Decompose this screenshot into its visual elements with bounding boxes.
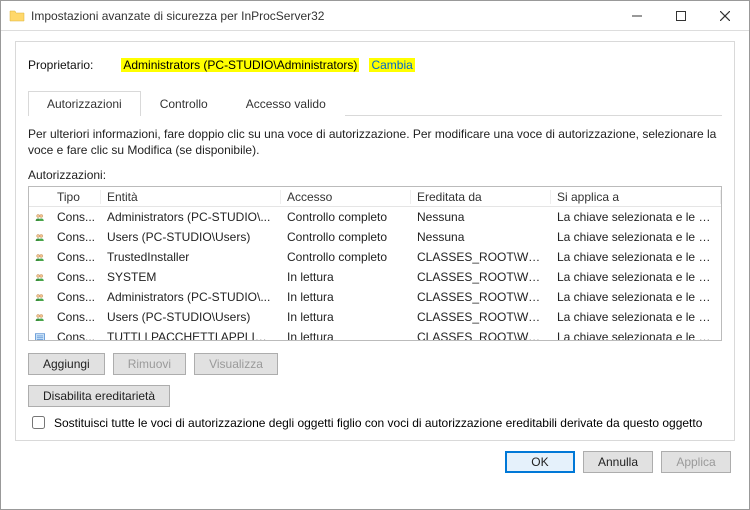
col-entity[interactable]: Entità: [101, 190, 281, 204]
cell-type: Cons...: [51, 210, 101, 224]
cell-applies: La chiave selezionata e le sotto...: [551, 310, 721, 324]
col-type[interactable]: Tipo: [51, 190, 101, 204]
cell-inherited: CLASSES_ROOT\Wow6...: [411, 270, 551, 284]
cell-inherited: Nessuna: [411, 210, 551, 224]
replace-child-entries-label: Sostituisci tutte le voci di autorizzazi…: [54, 416, 702, 430]
cell-type: Cons...: [51, 270, 101, 284]
user-group-icon: [35, 231, 45, 244]
remove-button: Rimuovi: [113, 353, 186, 375]
cell-applies: La chiave selezionata e le sotto...: [551, 210, 721, 224]
disable-inheritance-button[interactable]: Disabilita ereditarietà: [28, 385, 170, 407]
list-row[interactable]: Cons...Users (PC-STUDIO\Users)Controllo …: [29, 227, 721, 247]
list-header: Tipo Entità Accesso Ereditata da Si appl…: [29, 187, 721, 207]
cell-type: Cons...: [51, 330, 101, 341]
tab-effective-access[interactable]: Accesso valido: [227, 91, 345, 116]
col-access[interactable]: Accesso: [281, 190, 411, 204]
cell-access: Controllo completo: [281, 250, 411, 264]
cancel-button[interactable]: Annulla: [583, 451, 653, 473]
cell-access: In lettura: [281, 310, 411, 324]
owner-value: Administrators (PC-STUDIO\Administrators…: [121, 58, 359, 72]
cell-entity: TUTTI I PACCHETTI APPLICA...: [101, 330, 281, 341]
cell-access: In lettura: [281, 270, 411, 284]
owner-label: Proprietario:: [28, 58, 93, 72]
titlebar[interactable]: Impostazioni avanzate di sicurezza per I…: [1, 1, 749, 31]
col-inherited[interactable]: Ereditata da: [411, 190, 551, 204]
cell-applies: La chiave selezionata e le sotto...: [551, 250, 721, 264]
cell-type: Cons...: [51, 310, 101, 324]
user-group-icon: [35, 291, 45, 304]
permissions-list[interactable]: Tipo Entità Accesso Ereditata da Si appl…: [28, 186, 722, 341]
list-row[interactable]: Cons...Administrators (PC-STUDIO\...Cont…: [29, 207, 721, 227]
cell-entity: Users (PC-STUDIO\Users): [101, 310, 281, 324]
view-button: Visualizza: [194, 353, 278, 375]
cell-inherited: Nessuna: [411, 230, 551, 244]
owner-row: Proprietario: Administrators (PC-STUDIO\…: [28, 58, 722, 72]
user-group-icon: [35, 211, 45, 224]
cell-applies: La chiave selezionata e le sotto...: [551, 290, 721, 304]
list-row[interactable]: Cons...TrustedInstallerControllo complet…: [29, 247, 721, 267]
cell-entity: TrustedInstaller: [101, 250, 281, 264]
cell-type: Cons...: [51, 230, 101, 244]
window-title: Impostazioni avanzate di sicurezza per I…: [31, 9, 615, 23]
user-group-icon: [35, 251, 45, 264]
main-panel: Proprietario: Administrators (PC-STUDIO\…: [15, 41, 735, 441]
user-group-icon: [35, 311, 45, 324]
add-button[interactable]: Aggiungi: [28, 353, 105, 375]
cell-applies: La chiave selezionata e le sotto...: [551, 270, 721, 284]
cell-type: Cons...: [51, 250, 101, 264]
cell-entity: Administrators (PC-STUDIO\...: [101, 290, 281, 304]
list-row[interactable]: Cons...Administrators (PC-STUDIO\...In l…: [29, 287, 721, 307]
cell-access: In lettura: [281, 330, 411, 341]
close-icon: [720, 11, 730, 21]
cell-applies: La chiave selezionata e le sotto...: [551, 330, 721, 341]
close-button[interactable]: [703, 2, 747, 30]
list-row[interactable]: Cons...TUTTI I PACCHETTI APPLICA...In le…: [29, 327, 721, 341]
permissions-label: Autorizzazioni:: [28, 168, 722, 182]
cell-type: Cons...: [51, 290, 101, 304]
cell-entity: Users (PC-STUDIO\Users): [101, 230, 281, 244]
tab-strip: Autorizzazioni Controllo Accesso valido: [28, 90, 722, 116]
tab-auditing[interactable]: Controllo: [141, 91, 227, 116]
replace-child-entries-checkbox[interactable]: [32, 416, 45, 429]
cell-entity: SYSTEM: [101, 270, 281, 284]
change-owner-link[interactable]: Cambia: [369, 58, 414, 72]
cell-access: Controllo completo: [281, 210, 411, 224]
cell-inherited: CLASSES_ROOT\Wow6...: [411, 250, 551, 264]
minimize-button[interactable]: [615, 2, 659, 30]
cell-inherited: CLASSES_ROOT\Wow6...: [411, 290, 551, 304]
apply-button: Applica: [661, 451, 731, 473]
cell-access: Controllo completo: [281, 230, 411, 244]
cell-applies: La chiave selezionata e le sotto...: [551, 230, 721, 244]
folder-icon: [9, 8, 25, 24]
help-text: Per ulteriori informazioni, fare doppio …: [28, 126, 722, 158]
cell-inherited: CLASSES_ROOT\Wow6...: [411, 310, 551, 324]
app-package-icon: [35, 331, 45, 342]
maximize-icon: [676, 11, 686, 21]
cell-access: In lettura: [281, 290, 411, 304]
ok-button[interactable]: OK: [505, 451, 575, 473]
user-group-icon: [35, 271, 45, 284]
cell-inherited: CLASSES_ROOT\Wow6...: [411, 330, 551, 341]
minimize-icon: [632, 11, 642, 21]
cell-entity: Administrators (PC-STUDIO\...: [101, 210, 281, 224]
col-applies[interactable]: Si applica a: [551, 190, 721, 204]
list-row[interactable]: Cons...SYSTEMIn letturaCLASSES_ROOT\Wow6…: [29, 267, 721, 287]
maximize-button[interactable]: [659, 2, 703, 30]
dialog-footer: OK Annulla Applica: [1, 441, 749, 483]
tab-permissions[interactable]: Autorizzazioni: [28, 91, 141, 116]
list-row[interactable]: Cons...Users (PC-STUDIO\Users)In lettura…: [29, 307, 721, 327]
